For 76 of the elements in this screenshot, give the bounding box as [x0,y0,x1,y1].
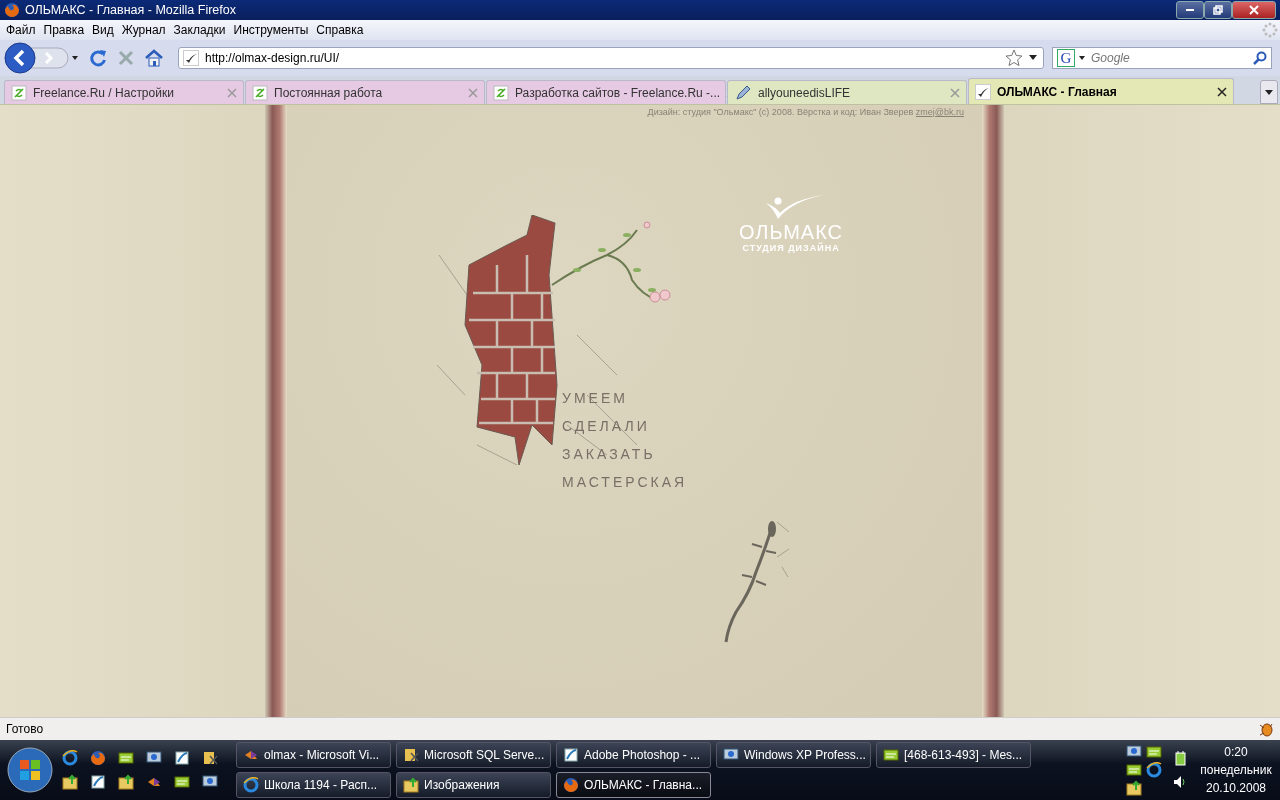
restore-button[interactable] [1204,1,1232,19]
quick-launch-icon[interactable] [174,750,190,766]
taskbar-button[interactable]: olmax - Microsoft Vi... [236,742,391,768]
menu-item[interactable]: Закладки [169,23,230,37]
dropdown-icon[interactable] [1029,55,1037,61]
power-icon[interactable] [1172,750,1188,766]
close-icon[interactable] [1217,86,1227,97]
address-field[interactable]: http://olmax-design.ru/UI/ [178,47,1044,69]
taskbar-button[interactable]: ОЛЬМАКС - Главна... [556,772,711,798]
taskbar-button[interactable]: Adobe Photoshop - ... [556,742,711,768]
firefox-icon [4,2,20,18]
quick-launch-icon[interactable] [90,774,106,790]
volume-icon[interactable] [1172,774,1188,790]
back-forward-drawing[interactable] [4,42,80,74]
quick-launch-icon[interactable] [118,750,134,766]
window-title: ОЛЬМАКС - Главная - Mozilla Firefox [25,3,237,17]
menu-item[interactable]: Файл [2,23,40,37]
chat-icon [883,747,899,763]
browser-tab[interactable]: allyouneedisLIFE [727,80,967,104]
firefox-icon [563,777,579,793]
menu-item[interactable]: Инструменты [229,23,313,37]
minimize-button[interactable] [1176,1,1204,19]
restore-icon [1213,5,1223,15]
menu-item[interactable]: Журнал [117,23,170,37]
browser-tab[interactable]: Разработка сайтов - Freelance.Ru -... [486,80,726,104]
taskbar-button[interactable]: Windows XP Profess... [716,742,871,768]
checkmark-logo-icon [183,50,199,66]
quick-launch-icon[interactable] [174,774,190,790]
search-engine-button[interactable]: G [1057,49,1075,67]
checkmark-logo-icon [975,83,991,100]
tray-icon[interactable] [1126,744,1142,760]
bug-icon [1258,721,1274,737]
tray-icon[interactable] [1126,780,1142,796]
credit-text: Дизайн: студия "Ольмакс" (с) 2008. Вёрстка и код: Иван Зверев zmej@bk.ru [647,107,964,117]
search-icon[interactable] [1253,51,1267,65]
menu-item[interactable]: Справка [312,23,368,37]
quick-launch-icon[interactable] [202,750,218,766]
taskbar-button[interactable]: Microsoft SQL Serve... [396,742,551,768]
star-icon[interactable] [1005,49,1023,67]
quick-launch-icon[interactable] [118,774,134,790]
tray-icon[interactable] [1146,762,1162,778]
taskbar-button[interactable]: Изображения [396,772,551,798]
pencil-icon [734,83,752,102]
tab-list-button[interactable] [1260,80,1278,104]
start-button[interactable] [6,746,54,794]
menu-item[interactable]: Вид [88,23,118,37]
reload-icon[interactable] [88,48,108,68]
quick-launch-icon[interactable] [90,750,106,766]
browser-tab[interactable]: ОЛЬМАКС - Главная [968,78,1234,104]
taskbar-button[interactable]: Школа 1194 - Расп... [236,772,391,798]
browser-tab[interactable]: Freelance.Ru / Настройки [4,80,244,104]
monitor-icon [723,747,739,763]
tray-icon[interactable] [1146,744,1162,760]
clock-date: 20.10.2008 [1205,781,1267,795]
globe-icon [243,777,259,793]
browser-tab[interactable]: Постоянная работа [245,80,485,104]
quick-launch-icon[interactable] [146,750,162,766]
menu-item[interactable]: Правка [39,23,89,37]
throbber-icon [1262,22,1278,38]
status-text: Готово [6,722,44,736]
home-icon[interactable] [144,48,164,68]
minimize-icon [1186,9,1194,11]
quick-launch-icon[interactable] [202,774,218,790]
quick-launch-icon[interactable] [62,774,78,790]
taskbar-button[interactable]: [468-613-493] - Mes... [876,742,1031,768]
dropdown-icon [1265,89,1273,95]
close-button[interactable] [1232,1,1276,19]
dropdown-icon[interactable] [1079,56,1085,60]
clock-day: понедельник [1200,763,1272,777]
close-icon [1249,5,1259,15]
folder-icon [403,777,419,793]
quick-launch-icon[interactable] [62,750,78,766]
search-field[interactable]: G Google [1052,47,1272,69]
clock-time: 0:20 [1224,745,1248,759]
tray-icon[interactable] [1126,762,1142,778]
studio-logo: ОЛЬМАКС СТУДИЯ ДИЗАЙНА [739,195,843,253]
